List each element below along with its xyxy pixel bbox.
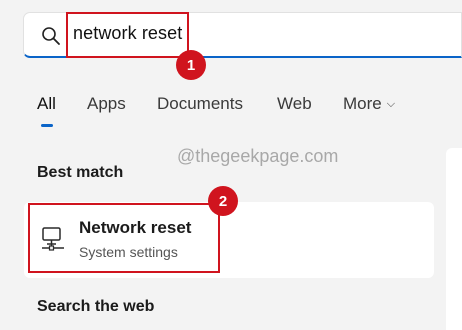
step-1-badge: 1 [176,50,206,80]
preview-panel [446,148,462,330]
active-tab-indicator [41,124,53,127]
tab-more[interactable]: More ⌵ [343,94,395,114]
search-web-heading: Search the web [37,298,155,315]
search-icon [42,27,60,45]
tab-more-label: More [343,94,382,113]
tab-apps[interactable]: Apps [87,94,126,114]
result-annotation-box [28,203,220,273]
tab-all[interactable]: All [37,94,56,114]
tab-web[interactable]: Web [277,94,312,114]
best-match-heading: Best match [37,164,124,181]
step-2-badge: 2 [208,186,238,216]
tab-documents[interactable]: Documents [157,94,243,114]
chevron-down-icon: ⌵ [386,98,396,110]
search-annotation-box [66,12,189,58]
watermark: @thegeekpage.com [177,146,339,166]
